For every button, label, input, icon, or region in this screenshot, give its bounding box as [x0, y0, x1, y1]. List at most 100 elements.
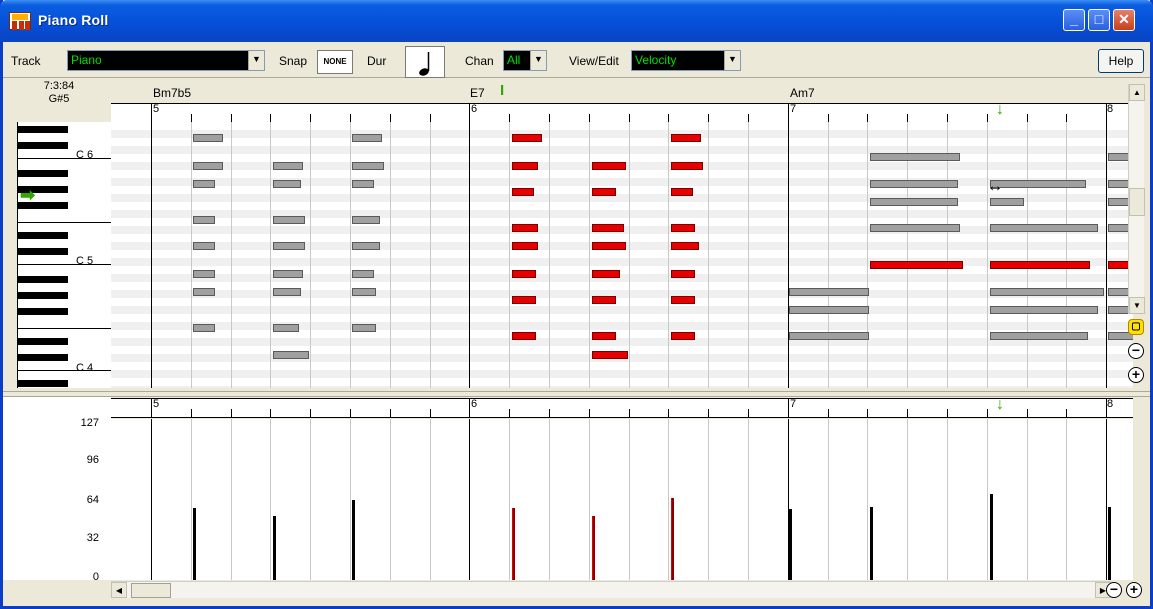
view-edit-select[interactable]: Velocity ▼ [631, 50, 741, 71]
horizontal-scrollbar[interactable]: ◀ ▶ [111, 581, 1111, 598]
midi-note[interactable] [990, 332, 1088, 340]
midi-note[interactable] [592, 242, 626, 250]
midi-note[interactable] [352, 180, 374, 188]
midi-note[interactable] [671, 332, 695, 340]
midi-note[interactable] [352, 288, 376, 296]
chevron-down-icon[interactable]: ▼ [248, 51, 264, 70]
midi-note[interactable] [273, 162, 303, 170]
scroll-thumb[interactable] [131, 583, 171, 598]
midi-note[interactable] [352, 134, 382, 142]
midi-note[interactable] [671, 224, 695, 232]
midi-note[interactable] [990, 306, 1098, 314]
midi-note[interactable] [273, 180, 301, 188]
midi-note[interactable] [512, 296, 536, 304]
midi-note[interactable] [990, 261, 1090, 269]
midi-note[interactable] [512, 270, 536, 278]
midi-note[interactable] [870, 261, 963, 269]
scroll-down-icon[interactable]: ▼ [1129, 297, 1145, 314]
midi-note[interactable] [671, 270, 695, 278]
midi-note[interactable] [870, 153, 960, 161]
velocity-bar[interactable] [990, 494, 993, 580]
midi-note[interactable] [193, 324, 215, 332]
midi-note[interactable] [671, 242, 699, 250]
midi-note[interactable] [352, 242, 380, 250]
midi-note[interactable] [990, 224, 1098, 232]
midi-note[interactable] [193, 162, 223, 170]
channel-select[interactable]: All ▼ [503, 50, 547, 71]
midi-note[interactable] [512, 332, 536, 340]
midi-note[interactable] [671, 162, 703, 170]
velocity-bar[interactable] [592, 516, 595, 580]
snap-button[interactable]: NONE [317, 50, 353, 74]
midi-note[interactable] [273, 288, 301, 296]
velocity-ruler[interactable]: 5 6 7 8 ↓ [111, 396, 1133, 418]
midi-note[interactable] [512, 242, 538, 250]
scroll-up-icon[interactable]: ▲ [1129, 84, 1145, 101]
title-bar[interactable]: Piano Roll _ □ ✕ [0, 0, 1153, 42]
midi-note[interactable] [273, 242, 305, 250]
duration-button[interactable] [405, 46, 445, 78]
midi-note[interactable] [870, 180, 958, 188]
midi-note[interactable] [193, 216, 215, 224]
velocity-bar[interactable] [512, 508, 515, 580]
midi-note[interactable] [592, 270, 620, 278]
midi-note[interactable] [193, 242, 215, 250]
midi-note[interactable] [592, 332, 616, 340]
midi-note[interactable] [789, 332, 869, 340]
midi-note[interactable] [592, 224, 624, 232]
velocity-bar[interactable] [352, 500, 355, 580]
midi-note[interactable] [193, 270, 215, 278]
velocity-bar[interactable] [193, 508, 196, 580]
midi-note[interactable] [352, 270, 374, 278]
midi-note[interactable] [273, 216, 305, 224]
midi-note[interactable] [671, 188, 693, 196]
chevron-down-icon[interactable]: ▼ [530, 51, 546, 70]
scroll-thumb[interactable] [1129, 188, 1145, 216]
chevron-down-icon[interactable]: ▼ [724, 51, 740, 70]
midi-note[interactable] [990, 198, 1024, 206]
maximize-button[interactable]: □ [1088, 9, 1110, 31]
vertical-scrollbar[interactable]: ▲ ▼ [1128, 84, 1145, 314]
midi-note[interactable] [273, 351, 309, 359]
zoom-in-icon[interactable]: + [1128, 367, 1144, 383]
midi-note[interactable] [512, 224, 538, 232]
midi-note[interactable] [789, 306, 869, 314]
midi-note[interactable] [990, 180, 1086, 188]
velocity-pane[interactable] [111, 419, 1133, 580]
midi-note[interactable] [592, 296, 616, 304]
midi-note[interactable] [671, 134, 701, 142]
midi-note[interactable] [512, 188, 534, 196]
top-ruler[interactable]: 5 6 7 8 ↓ [111, 101, 1133, 123]
velocity-bar[interactable] [789, 509, 792, 580]
zoom-out-icon[interactable]: − [1128, 343, 1144, 359]
midi-note[interactable] [193, 288, 215, 296]
help-button[interactable]: Help [1098, 49, 1144, 73]
midi-note[interactable] [273, 270, 303, 278]
midi-note[interactable] [592, 351, 628, 359]
midi-note[interactable] [671, 296, 695, 304]
velocity-bar[interactable] [671, 498, 674, 580]
midi-note[interactable] [193, 180, 215, 188]
midi-note[interactable] [870, 198, 958, 206]
scroll-left-icon[interactable]: ◀ [111, 582, 127, 598]
velocity-bar[interactable] [870, 507, 873, 580]
zoom-out-icon[interactable]: − [1106, 582, 1122, 598]
zoom-in-icon[interactable]: + [1126, 582, 1142, 598]
note-grid[interactable]: ↔ [111, 122, 1133, 388]
midi-note[interactable] [789, 288, 869, 296]
velocity-bar[interactable] [273, 516, 276, 580]
midi-note[interactable] [273, 324, 299, 332]
midi-note[interactable] [352, 162, 384, 170]
midi-note[interactable] [512, 134, 542, 142]
midi-note[interactable] [352, 216, 380, 224]
midi-note[interactable] [870, 224, 960, 232]
midi-note[interactable] [193, 134, 223, 142]
midi-note[interactable] [990, 288, 1104, 296]
midi-note[interactable] [352, 324, 376, 332]
track-select[interactable]: Piano ▼ [67, 50, 265, 71]
velocity-bar[interactable] [1108, 507, 1111, 580]
close-button[interactable]: ✕ [1113, 9, 1135, 31]
pane-splitter[interactable] [3, 391, 1150, 397]
midi-note[interactable] [592, 162, 626, 170]
zoom-reset-icon[interactable]: ▢ [1128, 319, 1144, 335]
